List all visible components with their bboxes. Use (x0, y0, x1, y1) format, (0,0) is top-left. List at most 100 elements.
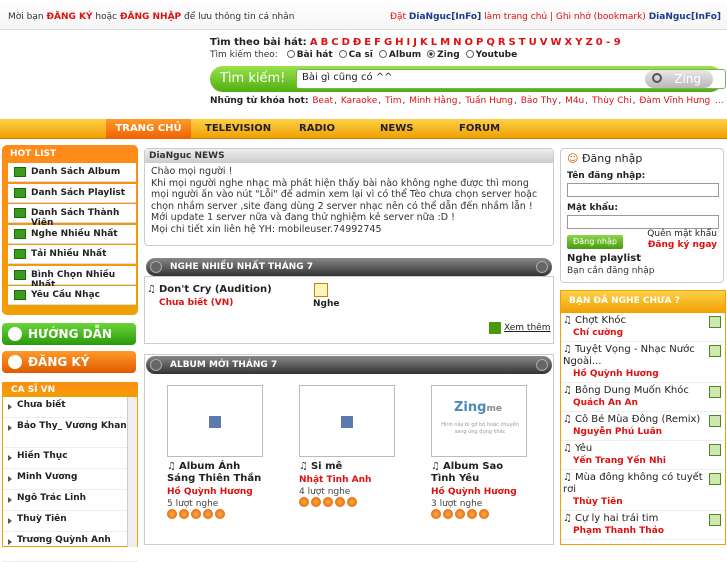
artist-item[interactable]: Minh Vương (3, 469, 137, 490)
register-link[interactable]: ĐĂNG KÝ (46, 12, 92, 22)
site-name[interactable]: DiaNguc[InFo] (409, 12, 481, 22)
letter-link[interactable]: Y (575, 37, 582, 48)
letter-link[interactable]: J (413, 37, 417, 48)
heard-item[interactable]: Cô Bé Mùa Đông (Remix)Nguyễn Phú Luân (561, 412, 725, 441)
nav-radio[interactable]: RADIO (299, 123, 335, 134)
hot-keyword[interactable]: Karaoke (341, 96, 377, 106)
heard-song-title[interactable]: Mùa đông không có tuyết rơi (563, 472, 705, 496)
album-cover[interactable] (167, 385, 263, 457)
album-item[interactable]: Zingme Hình này bị gỡ bỏ hoặc chuyển sang… (431, 385, 527, 522)
nav-television[interactable]: TELEVISION (205, 123, 271, 134)
album-cover[interactable]: Zingme Hình này bị gỡ bỏ hoặc chuyển sang… (431, 385, 527, 457)
album-artist[interactable]: Hồ Quỳnh Hương (431, 487, 527, 497)
radio-icon[interactable] (427, 50, 436, 58)
forgot-password-link[interactable]: Quên mật khẩu (647, 229, 717, 240)
heard-song-artist[interactable]: Hồ Quỳnh Hương (563, 368, 705, 380)
search-mode-option[interactable]: Youtube (465, 50, 517, 60)
heard-song-artist[interactable]: Quách An An (563, 397, 705, 409)
letter-link[interactable]: Q (486, 37, 495, 48)
hot-keyword[interactable]: Beat (312, 96, 333, 106)
radio-icon[interactable] (338, 50, 347, 58)
album-cover[interactable] (299, 385, 395, 457)
artist-item[interactable]: Thuỳ Tiên (3, 511, 137, 532)
add-icon[interactable] (709, 316, 721, 328)
add-icon[interactable] (709, 345, 721, 357)
hot-keyword[interactable]: Minh Hằng (409, 96, 457, 106)
letter-link[interactable]: D (342, 37, 350, 48)
add-icon[interactable] (709, 473, 721, 485)
heard-item[interactable]: Bông Dung Muốn KhócQuách An An (561, 383, 725, 412)
letter-link[interactable]: C (331, 37, 338, 48)
play-label[interactable]: Nghe (313, 299, 340, 309)
heard-item[interactable]: Cự ly hai trái timPhạm Thanh Thảo (561, 511, 725, 540)
search-mode-option[interactable]: Zing (427, 50, 460, 60)
heard-song-title[interactable]: Yêu (563, 443, 705, 455)
heard-item[interactable]: Tuyệt Vọng - Nhạc Nước Ngoài...Hồ Quỳnh … (561, 342, 725, 383)
site-name-2[interactable]: DiaNguc[InFo] (649, 12, 721, 22)
letter-link[interactable]: Z (585, 37, 592, 48)
top-song-title[interactable]: Don't Cry (Audition) (147, 284, 272, 295)
heard-song-title[interactable]: Cô Bé Mùa Đông (Remix) (563, 414, 705, 426)
letter-link[interactable]: T (519, 37, 526, 48)
heard-song-artist[interactable]: Thùy Tiên (563, 496, 705, 508)
hot-list-item[interactable]: Bình Chọn Nhiều Nhất (8, 265, 136, 290)
heard-song-artist[interactable]: Nguyễn Phú Luân (563, 426, 705, 438)
search-button[interactable]: Zing (645, 70, 713, 88)
add-icon[interactable] (709, 386, 721, 398)
top-song-artist[interactable]: Chưa biết (VN) (159, 298, 233, 308)
album-title[interactable]: Album Sao Tình Yêu (431, 461, 527, 485)
letter-link[interactable]: X (564, 37, 572, 48)
nav-news[interactable]: NEWS (380, 123, 413, 134)
letter-link[interactable]: V (540, 37, 548, 48)
password-field[interactable] (567, 215, 719, 229)
heard-song-artist[interactable]: Chí cường (563, 327, 705, 339)
letter-link[interactable]: L (431, 37, 437, 48)
hot-list-item[interactable]: Yêu Cầu Nhạc (8, 286, 136, 305)
hot-keyword[interactable]: Tim (385, 96, 402, 106)
album-item[interactable]: Album Ánh Sáng Thiên Thần Hồ Quỳnh Hương 5… (167, 385, 263, 522)
album-artist[interactable]: Nhật Tinh Anh (299, 475, 395, 485)
letter-link[interactable]: S (509, 37, 516, 48)
login-button[interactable]: Đăng nhập (567, 235, 623, 249)
register-button[interactable]: ĐĂNG KÝ (2, 351, 136, 373)
add-icon[interactable] (709, 415, 721, 427)
letter-link[interactable]: R (498, 37, 506, 48)
add-icon[interactable] (709, 514, 721, 526)
hot-keyword[interactable]: Đàm Vĩnh Hưng (639, 96, 710, 106)
letter-link[interactable]: B (321, 37, 329, 48)
login-link[interactable]: ĐĂNG NHẬP (120, 12, 181, 22)
username-field[interactable] (567, 183, 719, 197)
nav-forum[interactable]: FORUM (459, 123, 500, 134)
artist-item[interactable]: Chưa biết (3, 397, 137, 418)
letter-link[interactable]: P (476, 37, 483, 48)
letter-link[interactable]: F (374, 37, 381, 48)
letter-link[interactable]: G (384, 37, 392, 48)
hot-list-item[interactable]: Tải Nhiều Nhất (8, 245, 136, 264)
play-icon[interactable] (314, 283, 328, 297)
artist-item[interactable]: Bảo Thy_ Vương Khang (3, 418, 137, 448)
heard-song-title[interactable]: Chợt Khóc (563, 315, 705, 327)
heard-item[interactable]: Chợt KhócChí cường (561, 313, 725, 342)
search-mode-option[interactable]: Album (378, 50, 421, 60)
letter-link[interactable]: H (395, 37, 403, 48)
add-icon[interactable] (709, 444, 721, 456)
search-mode-option[interactable]: Bài hát (286, 50, 333, 60)
radio-icon[interactable] (465, 50, 474, 58)
artist-item[interactable]: Ngô Trác Linh (3, 490, 137, 511)
nav-home[interactable]: TRANG CHỦ (106, 119, 191, 139)
site-logo[interactable] (8, 34, 198, 114)
hot-keyword[interactable]: M4u (565, 96, 584, 106)
artist-item[interactable]: Trương Quỳnh Anh (3, 532, 137, 562)
hot-list-item[interactable]: Nghe Nhiều Nhất (8, 224, 136, 244)
letter-link[interactable]: W (550, 37, 561, 48)
letter-link[interactable]: M (440, 37, 450, 48)
register-now-link[interactable]: Đăng ký ngay (647, 240, 717, 251)
hot-keyword[interactable]: Bảo Thy (521, 96, 558, 106)
letter-link[interactable]: K (420, 37, 428, 48)
hot-list-item[interactable]: Danh Sách Thành Viên (8, 204, 136, 228)
heard-song-title[interactable]: Tuyệt Vọng - Nhạc Nước Ngoài... (563, 344, 705, 368)
letter-link[interactable]: A (310, 37, 318, 48)
letter-link[interactable]: U (529, 37, 537, 48)
hot-list-item[interactable]: Danh Sách Album (8, 163, 136, 182)
see-more-link[interactable]: Xem thêm (504, 323, 550, 333)
